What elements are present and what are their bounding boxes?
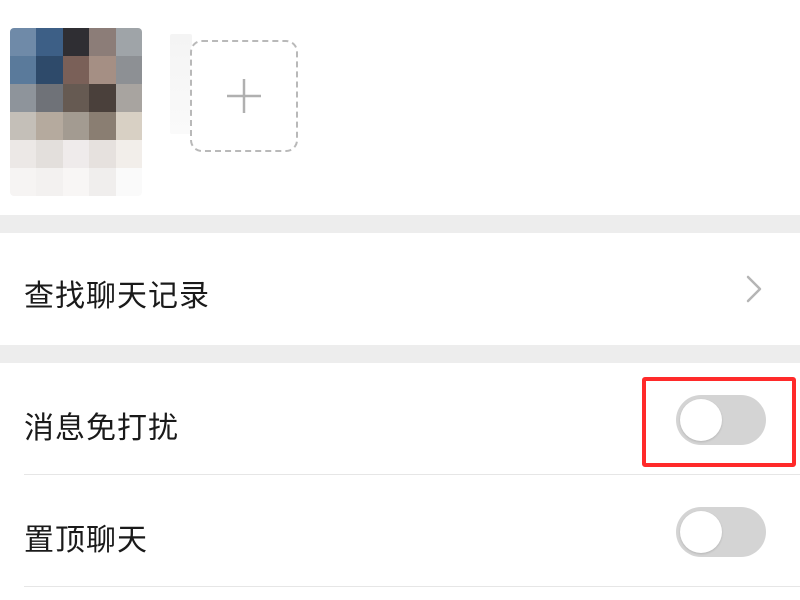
avatar-pixel — [89, 28, 116, 56]
chevron-right-icon — [746, 275, 762, 303]
mute-notifications-row: 消息免打扰 — [0, 363, 800, 475]
avatar-pixel — [62, 84, 90, 112]
search-chat-history-label: 查找聊天记录 — [24, 279, 210, 314]
avatar-pixel — [10, 56, 37, 84]
avatar-pixel — [10, 140, 37, 168]
add-member-button[interactable] — [190, 40, 298, 152]
avatar-pixel — [10, 28, 37, 56]
avatar-pixel — [62, 168, 90, 196]
pin-chat-row: 置顶聊天 — [0, 475, 800, 587]
avatar-pixel — [115, 140, 142, 168]
avatar-pixel — [89, 84, 116, 112]
avatar-pixel — [36, 84, 63, 112]
section-separator — [0, 215, 800, 233]
avatar-pixel — [62, 28, 90, 56]
avatar-pixel — [115, 84, 142, 112]
avatar-pixel — [36, 140, 63, 168]
mute-notifications-toggle[interactable] — [676, 395, 766, 445]
row-divider — [24, 586, 800, 587]
avatar-pixel — [89, 168, 116, 196]
avatar-pixel — [36, 56, 63, 84]
avatar-pixel — [36, 168, 63, 196]
avatar-pixel — [62, 112, 90, 140]
avatar-pixel — [36, 28, 63, 56]
avatar-pixel — [115, 28, 142, 56]
avatar-pixel — [115, 112, 142, 140]
search-chat-history-row[interactable]: 查找聊天记录 — [0, 233, 800, 345]
avatar-pixel — [10, 84, 37, 112]
member-avatar[interactable] — [10, 28, 142, 196]
avatar-pixel — [10, 112, 37, 140]
avatar-pixel — [62, 140, 90, 168]
mute-notifications-label: 消息免打扰 — [24, 411, 179, 446]
avatar-pixel — [115, 168, 142, 196]
avatar-pixel — [62, 56, 90, 84]
avatar-pixel — [89, 140, 116, 168]
section-separator — [0, 345, 800, 363]
pin-chat-toggle[interactable] — [676, 507, 766, 557]
toggle-knob — [680, 399, 722, 441]
pin-chat-label: 置顶聊天 — [24, 523, 148, 558]
avatar-pixel — [89, 112, 116, 140]
avatar-pixel — [10, 168, 37, 196]
avatar-pixel — [89, 56, 116, 84]
toggle-knob — [680, 511, 722, 553]
member-name-blur — [170, 34, 192, 134]
chat-members-section — [0, 0, 800, 215]
plus-icon — [227, 79, 261, 113]
avatar-pixel — [115, 56, 142, 84]
avatar-pixel — [36, 112, 63, 140]
